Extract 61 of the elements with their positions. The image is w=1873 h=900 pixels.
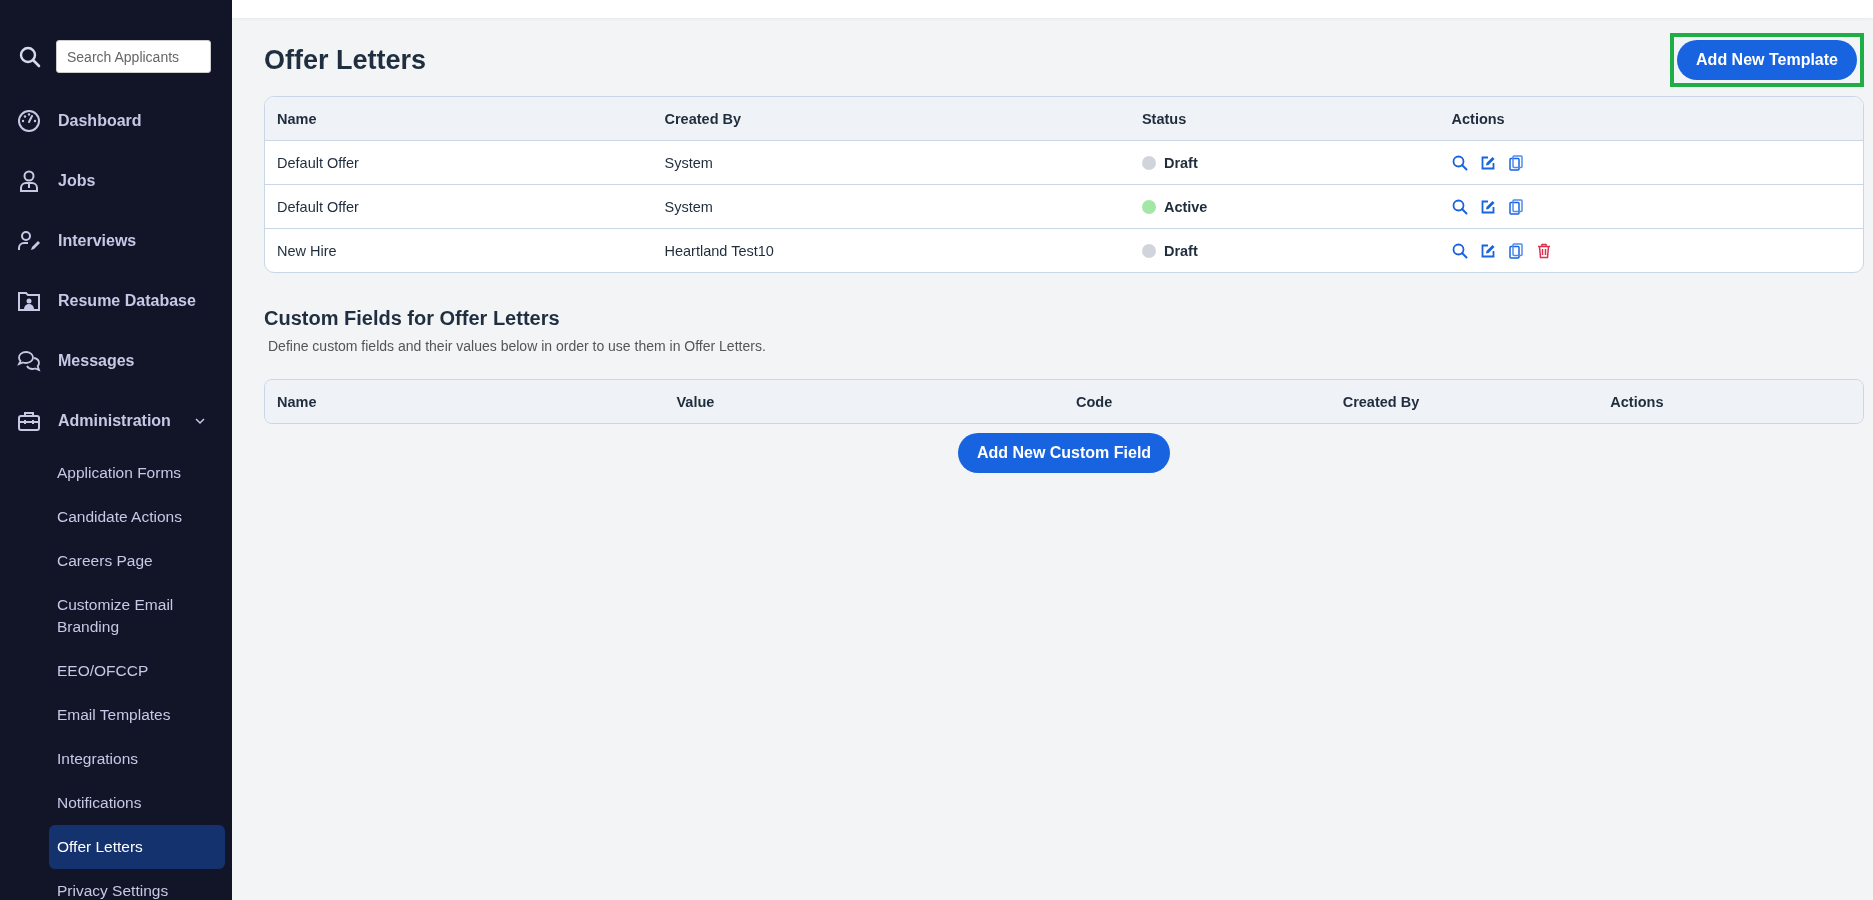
- column-header: Name: [276, 393, 318, 410]
- column-header: Value: [675, 393, 716, 410]
- table-cell-text: Default Offer: [276, 198, 360, 215]
- submenu-item[interactable]: Careers Page: [49, 539, 225, 583]
- nav-label: Messages: [58, 352, 135, 370]
- nav-label: Interviews: [58, 232, 137, 250]
- column-header: Name: [276, 110, 318, 127]
- chat-bubbles-icon: [17, 349, 41, 373]
- page-title: Offer Letters: [264, 44, 427, 76]
- submenu-item[interactable]: EEO/OFCCP: [49, 649, 225, 693]
- submenu-item[interactable]: Privacy Settings: [49, 869, 225, 900]
- status-label: Draft: [1163, 154, 1198, 171]
- column-header: Created By: [663, 110, 743, 127]
- table-cell-text: Default Offer: [276, 154, 360, 171]
- folder-person-icon: [17, 289, 41, 313]
- column-header: Status: [1140, 110, 1188, 127]
- person-pencil-icon: [17, 229, 41, 253]
- gauge-icon: [17, 109, 41, 133]
- table-cell-text: System: [663, 198, 714, 215]
- column-header: Code: [1075, 393, 1114, 410]
- trash-icon[interactable]: [1535, 242, 1552, 259]
- column-header: Created By: [1341, 393, 1421, 410]
- status-label: Draft: [1163, 242, 1198, 259]
- add-template-button[interactable]: Add New Template: [1677, 40, 1857, 80]
- copy-icon[interactable]: [1507, 242, 1524, 259]
- table-cell-text: New Hire: [276, 242, 338, 259]
- submenu-item[interactable]: Offer Letters: [49, 825, 225, 869]
- nav-item[interactable]: Administration: [0, 391, 232, 451]
- edit-icon[interactable]: [1479, 242, 1496, 259]
- submenu-item[interactable]: Application Forms: [49, 451, 225, 495]
- nav-item[interactable]: Jobs: [0, 151, 232, 211]
- person-icon: [17, 169, 41, 193]
- copy-icon[interactable]: [1507, 198, 1524, 215]
- table-cell-text: Heartland Test10: [663, 242, 775, 259]
- submenu-item[interactable]: Email Templates: [49, 693, 225, 737]
- edit-icon[interactable]: [1479, 198, 1496, 215]
- edit-icon[interactable]: [1479, 154, 1496, 171]
- add-custom-field-button[interactable]: Add New Custom Field: [957, 433, 1171, 473]
- submenu-item[interactable]: Integrations: [49, 737, 225, 781]
- status-label: Active: [1163, 198, 1208, 215]
- search-field[interactable]: Search Applicants: [56, 40, 211, 73]
- table-cell-text: System: [663, 154, 714, 171]
- nav-item[interactable]: Messages: [0, 331, 232, 391]
- section-title: Custom Fields for Offer Letters: [264, 307, 561, 330]
- nav-label: Resume Database: [58, 292, 196, 310]
- section-description: Define custom fields and their values below in order to use them in Offer Letters.: [268, 338, 767, 354]
- column-header: Actions: [1609, 393, 1665, 410]
- submenu-item[interactable]: Notifications: [49, 781, 225, 825]
- search-icon[interactable]: [18, 44, 42, 69]
- nav-label: Dashboard: [58, 112, 142, 130]
- nav-label: Administration: [58, 412, 171, 430]
- column-header: Actions: [1450, 110, 1506, 127]
- nav-item[interactable]: Resume Database: [0, 271, 232, 331]
- copy-icon[interactable]: [1507, 154, 1524, 171]
- toolbox-icon: [17, 409, 41, 433]
- nav-label: Jobs: [58, 172, 96, 190]
- chevron-icon[interactable]: [194, 415, 206, 427]
- submenu-item[interactable]: Candidate Actions: [49, 495, 225, 539]
- submenu-item[interactable]: Customize Email Branding: [49, 583, 225, 649]
- nav-item[interactable]: Interviews: [0, 211, 232, 271]
- nav-item[interactable]: Dashboard: [0, 91, 232, 151]
